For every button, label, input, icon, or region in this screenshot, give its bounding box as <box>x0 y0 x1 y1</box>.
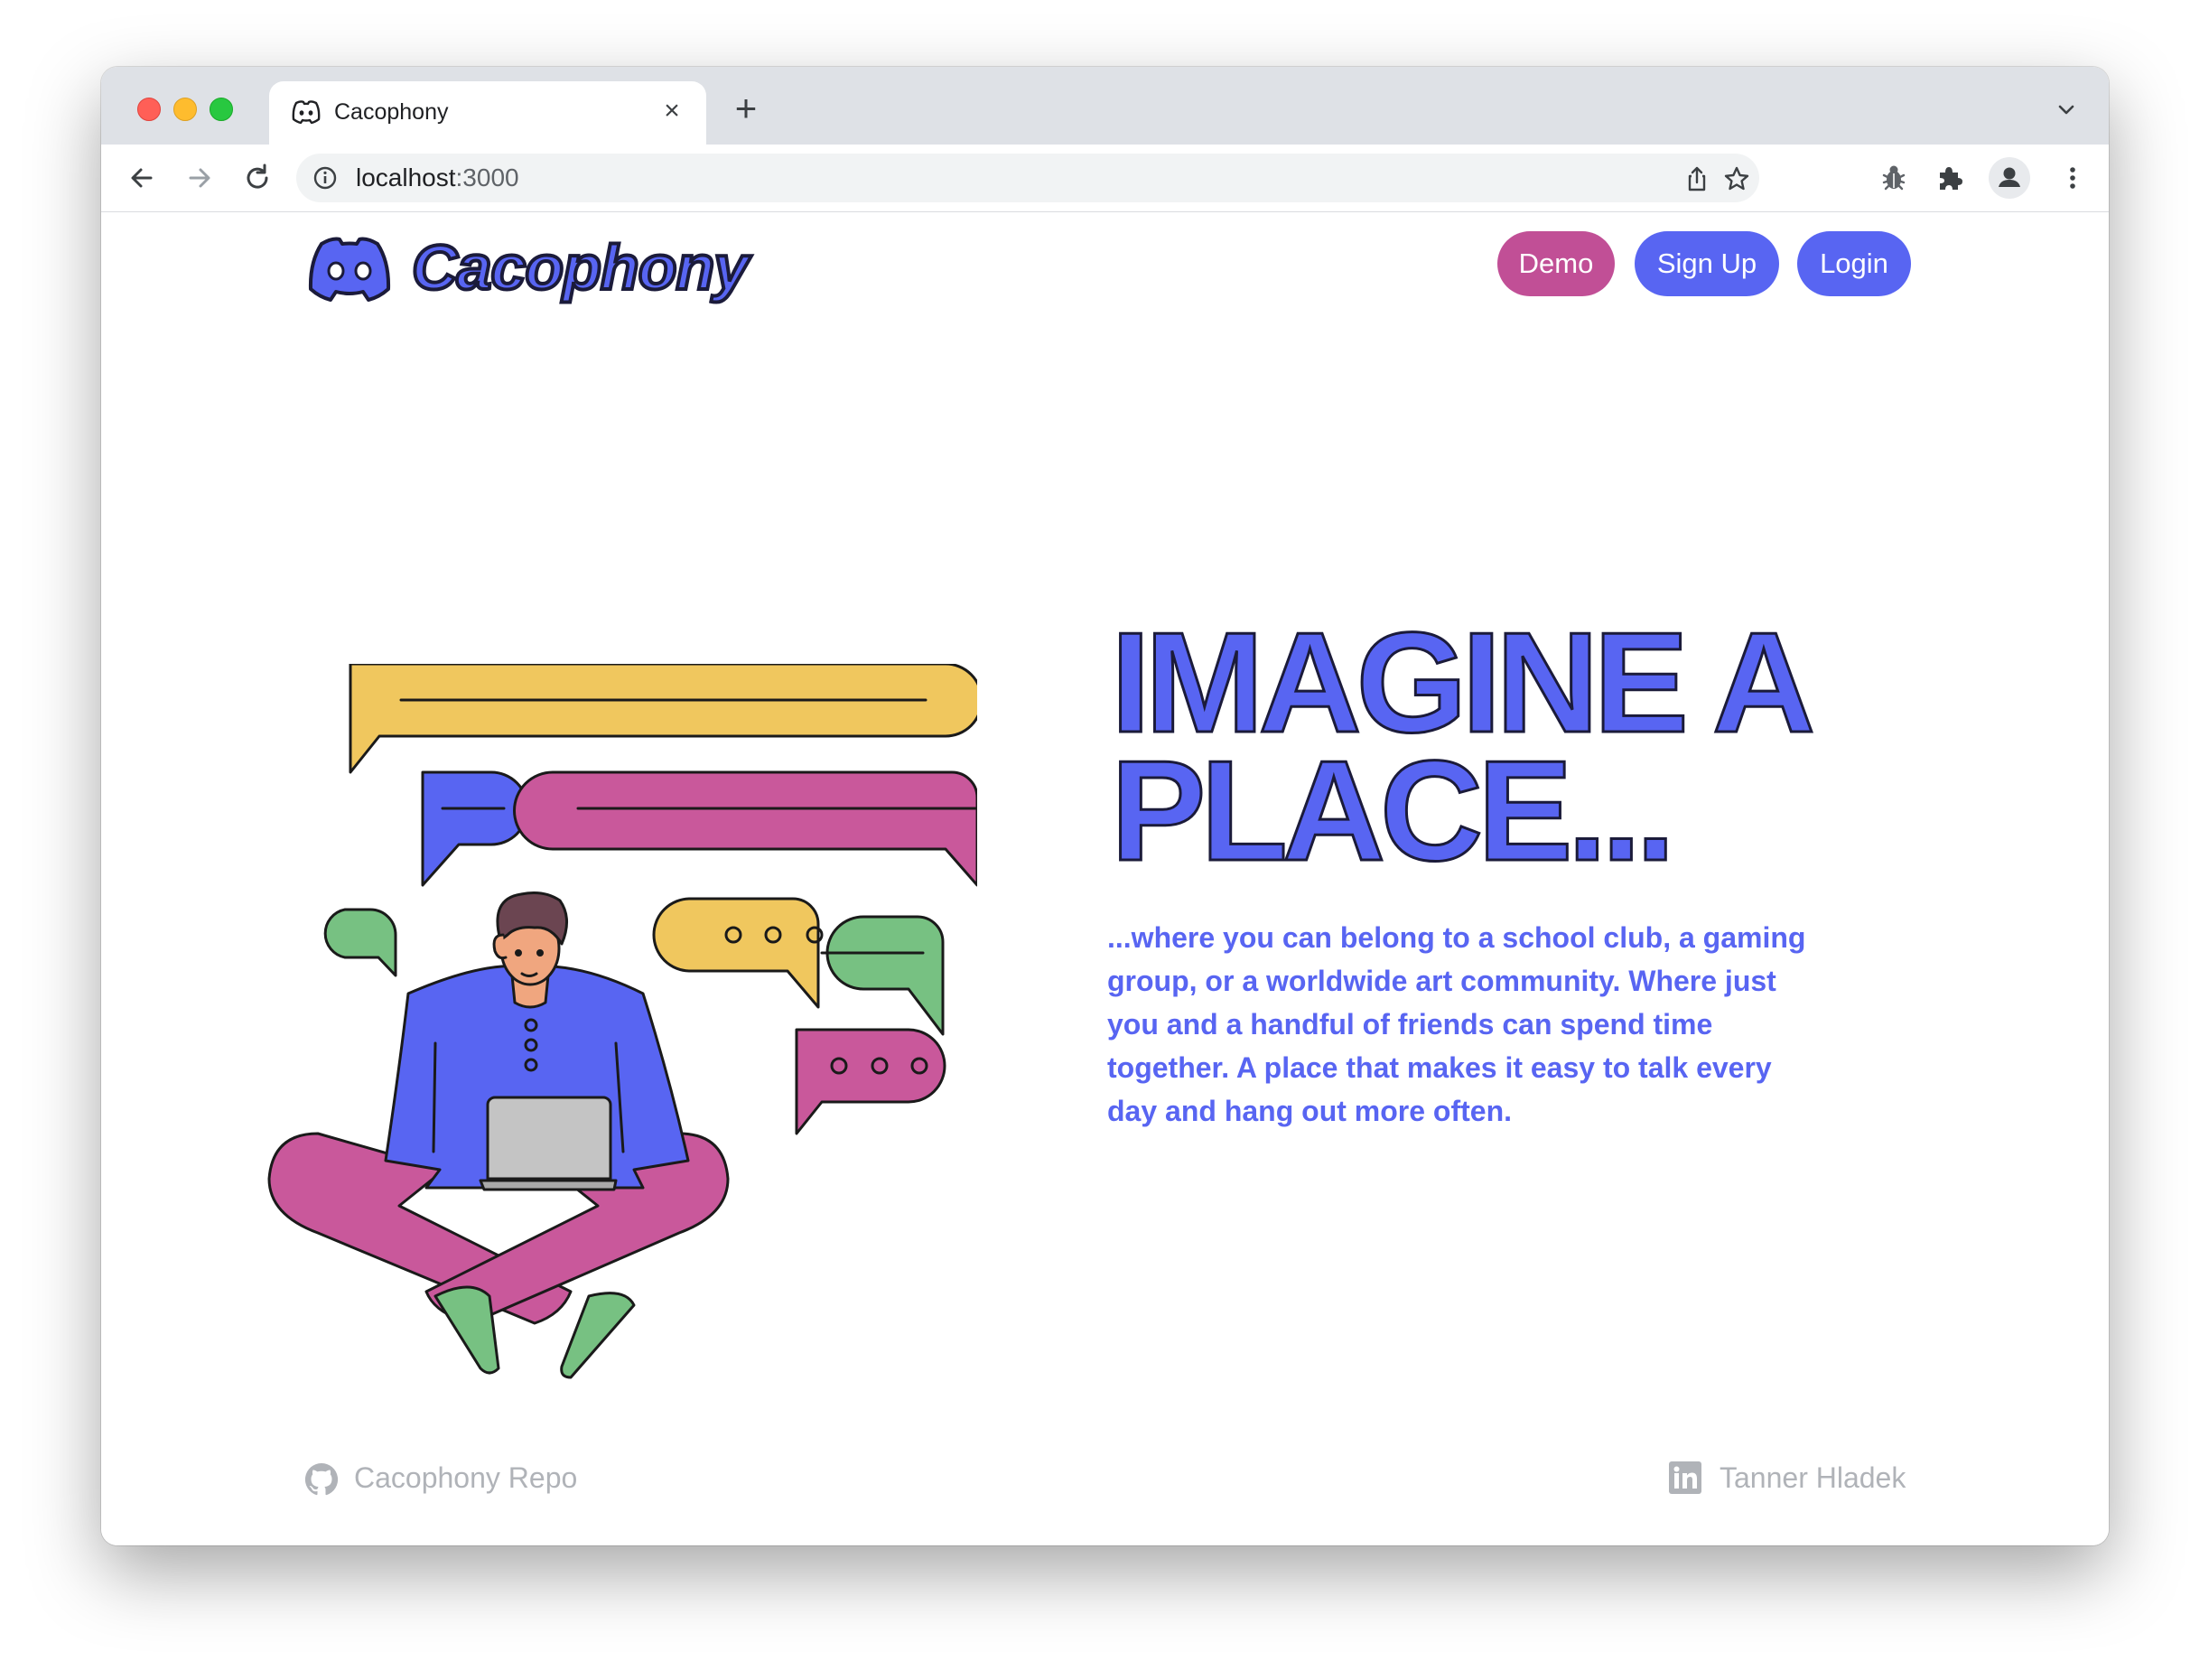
signup-button[interactable]: Sign Up <box>1635 231 1779 296</box>
headline-line-1: IMAGINE A <box>1110 603 1817 762</box>
tab-close-icon[interactable]: × <box>657 98 686 126</box>
chevron-down-icon[interactable] <box>2051 94 2082 125</box>
bookmark-star-icon[interactable] <box>1723 165 1750 192</box>
hero-headline: IMAGINE A PLACE... <box>1110 603 1924 891</box>
github-repo-label: Cacophony Repo <box>354 1461 578 1494</box>
browser-toolbar: localhost:3000 <box>101 145 2109 212</box>
page-content: Cacophony Demo Sign Up Login IMAGINE A P… <box>101 212 2109 1545</box>
tab-strip: Cacophony × + <box>101 67 2109 145</box>
logo[interactable]: Cacophony <box>305 230 775 304</box>
zoom-window-button[interactable] <box>210 98 233 121</box>
url-host: localhost <box>356 163 456 191</box>
discord-favicon-icon <box>292 100 321 125</box>
linkedin-link[interactable]: Tanner Hladek <box>1669 1456 1940 1499</box>
url-text[interactable]: localhost:3000 <box>356 165 519 191</box>
profile-avatar[interactable] <box>1989 157 2030 199</box>
back-arrow-icon[interactable] <box>125 161 159 195</box>
demo-button[interactable]: Demo <box>1497 231 1615 296</box>
share-icon[interactable] <box>1683 165 1710 192</box>
bug-extension-icon[interactable] <box>1878 163 1909 193</box>
close-window-button[interactable] <box>137 98 161 121</box>
headline-line-2: PLACE... <box>1110 732 1677 891</box>
forward-arrow-icon[interactable] <box>182 161 217 195</box>
discord-logo-icon <box>308 237 391 302</box>
browser-tab[interactable]: Cacophony × <box>269 81 706 145</box>
tab-title: Cacophony <box>334 99 449 125</box>
login-button[interactable]: Login <box>1797 231 1911 296</box>
address-bar[interactable]: localhost:3000 <box>296 154 1759 202</box>
person-icon <box>1999 167 2020 187</box>
minimize-window-button[interactable] <box>173 98 197 121</box>
linkedin-icon <box>1669 1461 1701 1494</box>
kebab-menu-icon[interactable] <box>2057 163 2088 193</box>
github-repo-link[interactable]: Cacophony Repo <box>303 1456 611 1499</box>
linkedin-label: Tanner Hladek <box>1720 1461 1906 1494</box>
info-icon[interactable] <box>312 165 338 191</box>
browser-window: Cacophony × + localhost:3000 Cacophony D… <box>101 67 2109 1545</box>
hero-illustration <box>267 664 977 1379</box>
github-icon <box>304 1462 339 1496</box>
reload-icon[interactable] <box>240 161 275 195</box>
puzzle-extensions-icon[interactable] <box>1934 163 1965 193</box>
url-port: :3000 <box>455 163 519 191</box>
hero-description: ...where you can belong to a school club… <box>1107 921 1806 1127</box>
new-tab-button[interactable]: + <box>726 89 766 130</box>
logo-text: Cacophony <box>410 230 750 304</box>
